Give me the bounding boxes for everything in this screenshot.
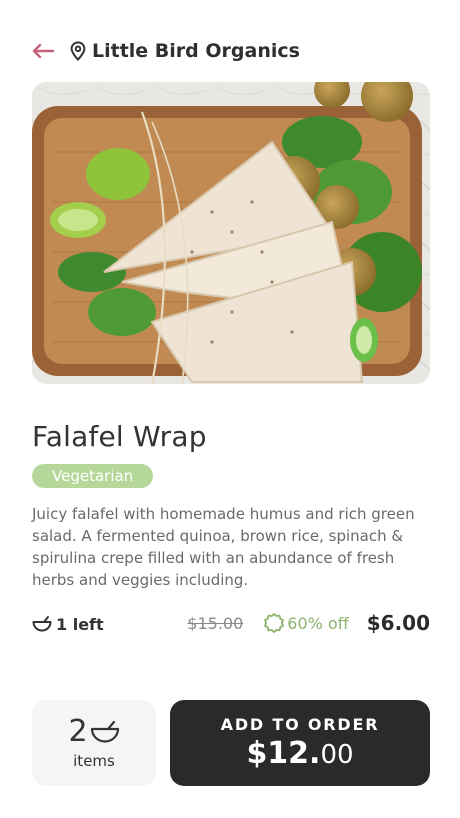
order-total-cents: 00: [320, 740, 354, 770]
back-button[interactable]: [30, 38, 56, 64]
quantity-label: items: [73, 752, 115, 770]
vegetarian-badge: Vegetarian: [32, 464, 154, 488]
store-location[interactable]: Little Bird Organics: [70, 40, 300, 62]
order-total-dollars: $12.: [246, 736, 321, 771]
stock-label: 1 left: [56, 614, 104, 634]
bowl-icon: [90, 720, 119, 743]
sale-price: $6.00: [366, 611, 430, 635]
add-to-order-button[interactable]: ADD TO ORDER $12.00: [170, 700, 430, 786]
map-pin-icon: [70, 40, 88, 62]
pricing: $15.00 60% off $6.00: [187, 610, 430, 636]
bowl-icon: [32, 616, 52, 632]
stock-indicator: 1 left: [32, 612, 104, 636]
order-total: $12.00: [246, 736, 353, 771]
discount-label: 60% off: [287, 613, 349, 633]
quantity-value: 2: [68, 714, 88, 749]
header: Little Bird Organics: [30, 36, 300, 66]
discount-badge-icon: [264, 613, 285, 633]
add-to-order-label: ADD TO ORDER: [220, 715, 380, 734]
product-description: Juicy falafel with homemade humus and ri…: [32, 505, 415, 589]
product-title: Falafel Wrap: [32, 420, 207, 453]
discount: 60% off: [263, 612, 349, 634]
store-name: Little Bird Organics: [92, 40, 300, 62]
product-image: [32, 82, 430, 384]
original-price: $15.00: [187, 613, 244, 633]
quantity-selector[interactable]: 2 items: [32, 700, 156, 786]
arrow-left-icon: [32, 43, 55, 59]
